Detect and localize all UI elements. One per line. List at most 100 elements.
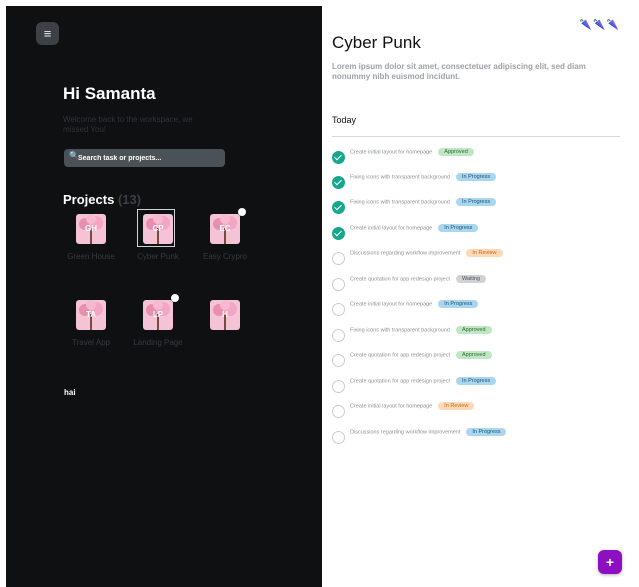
unchecked-circle-icon[interactable] <box>332 303 345 316</box>
unchecked-circle-icon[interactable] <box>332 380 345 393</box>
task-row: Create initial layout for homepage In Pro… <box>332 300 622 319</box>
task-row: Create quotation for app redesign projec… <box>332 377 622 396</box>
status-badge: In Progress <box>455 198 497 206</box>
task-text-wrap: Fixing icons with transparent background… <box>350 198 497 206</box>
projects-heading: Projects (13) <box>63 192 141 207</box>
status-badge: In Progress <box>438 300 479 308</box>
task-row: Create initial layout for homepage In Pro… <box>332 224 622 243</box>
project-tile[interactable]: H <box>200 300 250 338</box>
footer-text: hai <box>64 388 76 397</box>
status-badge: In Progress <box>455 377 497 385</box>
status-badge: In Review <box>466 249 503 257</box>
divider <box>332 136 620 137</box>
project-name: Cyber Punk <box>137 252 179 261</box>
task-label: Fixing icons with transparent background <box>350 199 450 206</box>
project-description: Lorem ipsum dolor sit amet, consectetuer… <box>332 62 586 81</box>
project-thumbnail: GH <box>76 214 106 244</box>
task-text-wrap: Discussions regarding workflow improveme… <box>350 249 503 257</box>
search-input[interactable] <box>78 149 218 167</box>
notification-dot <box>171 294 179 302</box>
task-label: Discussions regarding workflow improveme… <box>350 429 461 436</box>
task-row: Create quotation for app redesign projec… <box>332 275 622 294</box>
task-label: Discussions regarding workflow improveme… <box>350 250 461 257</box>
task-label: Fixing icons with transparent background <box>350 327 450 334</box>
checked-circle-icon[interactable] <box>332 176 345 189</box>
unchecked-circle-icon[interactable] <box>332 329 345 342</box>
sidebar-panel: ≡ Hi Samanta Welcome back to the workspa… <box>6 6 322 587</box>
task-text-wrap: Create quotation for app redesign projec… <box>350 351 492 359</box>
add-button[interactable]: + <box>598 550 622 574</box>
unchecked-circle-icon[interactable] <box>332 278 345 291</box>
task-text-wrap: Create initial layout for homepage In Pro… <box>350 300 479 308</box>
task-row: Fixing icons with transparent background… <box>332 326 622 345</box>
checked-circle-icon[interactable] <box>332 201 345 214</box>
project-thumbnail: LP <box>143 300 173 330</box>
task-text-wrap: Create quotation for app redesign projec… <box>350 275 487 283</box>
projects-title: Projects <box>63 192 115 207</box>
task-label: Create quotation for app redesign projec… <box>350 352 450 359</box>
task-label: Create initial layout for homepage <box>350 301 433 308</box>
project-detail-panel: 🌂🌂🌂 Cyber Punk Lorem ipsum dolor sit ame… <box>322 12 632 587</box>
task-text-wrap: Fixing icons with transparent background… <box>350 326 492 334</box>
greeting-heading: Hi Samanta <box>63 84 156 103</box>
task-row: Create initial layout for homepage In Rev… <box>332 402 622 421</box>
status-badge: In Progress <box>466 428 507 436</box>
task-label: Create quotation for app redesign projec… <box>350 378 450 385</box>
status-badge: Approved <box>438 148 474 156</box>
task-text-wrap: Create initial layout for homepage In Rev… <box>350 402 475 410</box>
unchecked-circle-icon[interactable] <box>332 252 345 265</box>
project-tile[interactable]: GH Green House <box>66 214 116 262</box>
project-thumbnail: TA <box>76 300 106 330</box>
project-name: Travel App <box>72 338 110 347</box>
notification-dot <box>238 208 246 216</box>
project-thumbnail: H <box>210 300 240 330</box>
task-row: Discussions regarding workflow improveme… <box>332 249 622 268</box>
project-thumbnail: CP <box>143 214 173 244</box>
status-badge: In Progress <box>438 224 479 232</box>
unchecked-circle-icon[interactable] <box>332 431 345 444</box>
task-row: Discussions regarding workflow improveme… <box>332 428 622 447</box>
checked-circle-icon[interactable] <box>332 227 345 240</box>
umbrella-icon: 🌂🌂🌂 <box>579 20 620 31</box>
project-tile[interactable]: EC Easy Crypro <box>200 208 250 262</box>
project-name: Easy Crypro <box>202 252 247 261</box>
projects-count: (13) <box>117 192 142 207</box>
project-tile[interactable]: CP Cyber Punk <box>133 209 183 262</box>
status-badge: In Progress <box>455 173 497 181</box>
task-label: Create initial layout for homepage <box>350 225 433 232</box>
task-text-wrap: Discussions regarding workflow improveme… <box>350 428 507 436</box>
project-initials: GH <box>85 224 97 233</box>
menu-button[interactable]: ≡ <box>36 22 59 45</box>
task-text-wrap: Create quotation for app redesign projec… <box>350 377 497 385</box>
greeting-subtitle: Welcome back to the workspace, we missed… <box>63 115 193 134</box>
project-tile[interactable]: LP Landing Page <box>133 294 183 348</box>
status-badge: In Review <box>438 402 475 410</box>
project-initials: H <box>222 310 228 319</box>
project-initials: TA <box>85 310 97 319</box>
project-initials: EC <box>219 224 231 233</box>
task-row: Fixing icons with transparent background… <box>332 173 622 192</box>
unchecked-circle-icon[interactable] <box>332 405 345 418</box>
checked-circle-icon[interactable] <box>332 151 345 164</box>
status-badge: Approved <box>455 351 492 359</box>
project-initials: CP <box>152 224 164 233</box>
status-badge: Approved <box>455 326 492 334</box>
search-bar[interactable]: 🔍 <box>64 149 225 167</box>
project-name: Green House <box>67 252 115 261</box>
unchecked-circle-icon[interactable] <box>332 354 345 367</box>
project-title: Cyber Punk <box>332 33 421 52</box>
task-row: Create quotation for app redesign projec… <box>332 351 622 370</box>
task-text-wrap: Fixing icons with transparent background… <box>350 173 497 181</box>
project-tile[interactable]: TA Travel App <box>66 300 116 348</box>
task-label: Create quotation for app redesign projec… <box>350 276 450 283</box>
task-label: Create initial layout for homepage <box>350 149 433 156</box>
task-text-wrap: Create initial layout for homepage In Pro… <box>350 224 479 232</box>
project-name: Landing Page <box>133 338 183 347</box>
project-thumbnail: EC <box>210 214 240 244</box>
task-text-wrap: Create initial layout for homepage Approv… <box>350 148 474 156</box>
section-title: Today <box>332 115 357 125</box>
task-label: Fixing icons with transparent background <box>350 174 450 181</box>
task-row: Create initial layout for homepage Approv… <box>332 148 622 167</box>
task-row: Fixing icons with transparent background… <box>332 198 622 217</box>
task-label: Create initial layout for homepage <box>350 403 433 410</box>
